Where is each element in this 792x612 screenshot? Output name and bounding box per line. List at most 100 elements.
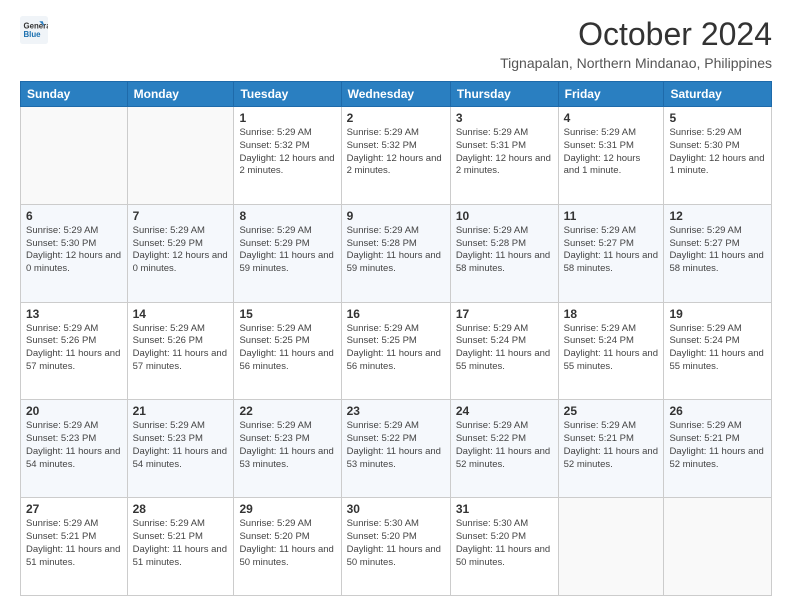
logo: General Blue General Blue xyxy=(20,16,48,44)
day-cell: 13Sunrise: 5:29 AM Sunset: 5:26 PM Dayli… xyxy=(21,302,128,400)
day-number: 10 xyxy=(456,209,553,223)
day-detail: Sunrise: 5:29 AM Sunset: 5:27 PM Dayligh… xyxy=(564,225,659,276)
week-row-0: 1Sunrise: 5:29 AM Sunset: 5:32 PM Daylig… xyxy=(21,107,772,205)
day-number: 21 xyxy=(133,404,229,418)
weekday-header-monday: Monday xyxy=(127,82,234,107)
day-cell xyxy=(21,107,128,205)
day-number: 15 xyxy=(239,307,335,321)
day-number: 22 xyxy=(239,404,335,418)
day-cell: 12 Sunrise: 5:29 AM Sunset: 5:27 PM Dayli… xyxy=(664,204,772,302)
day-number: 29 xyxy=(239,502,335,516)
day-detail: Sunrise: 5:29 AM Sunset: 5:29 PM Dayligh… xyxy=(239,225,335,276)
day-cell: 16 Sunrise: 5:29 AM Sunset: 5:25 PM Dayli… xyxy=(341,302,450,400)
day-detail: Sunrise: 5:29 AM Sunset: 5:21 PM Dayligh… xyxy=(564,420,659,471)
day-number: 9 xyxy=(347,209,445,223)
day-number: 27 xyxy=(26,502,122,516)
day-detail: Sunrise: 5:29 AM Sunset: 5:22 PM Dayligh… xyxy=(456,420,553,471)
header: General Blue General Blue October 2024 T… xyxy=(20,16,772,71)
calendar-body: 1Sunrise: 5:29 AM Sunset: 5:32 PM Daylig… xyxy=(21,107,772,596)
weekday-header-row: SundayMondayTuesdayWednesdayThursdayFrid… xyxy=(21,82,772,107)
day-cell: 20 Sunrise: 5:29 AM Sunset: 5:23 PM Dayli… xyxy=(21,400,128,498)
day-number: 17 xyxy=(456,307,553,321)
day-detail: Sunrise: 5:29 AM Sunset: 5:21 PM Dayligh… xyxy=(133,518,229,569)
day-cell: 27Sunrise: 5:29 AM Sunset: 5:21 PM Dayli… xyxy=(21,498,128,596)
day-cell: 15Sunrise: 5:29 AM Sunset: 5:25 PM Dayli… xyxy=(234,302,341,400)
day-number: 20 xyxy=(26,404,122,418)
day-detail: Sunrise: 5:29 AM Sunset: 5:23 PM Dayligh… xyxy=(26,420,122,471)
day-number: 18 xyxy=(564,307,659,321)
weekday-header-sunday: Sunday xyxy=(21,82,128,107)
day-cell: 26 Sunrise: 5:29 AM Sunset: 5:21 PM Dayli… xyxy=(664,400,772,498)
day-number: 16 xyxy=(347,307,445,321)
day-number: 2 xyxy=(347,111,445,125)
day-detail: Sunrise: 5:29 AM Sunset: 5:29 PM Dayligh… xyxy=(133,225,229,276)
day-detail: Sunrise: 5:29 AM Sunset: 5:23 PM Dayligh… xyxy=(239,420,335,471)
day-detail: Sunrise: 5:29 AM Sunset: 5:31 PM Dayligh… xyxy=(564,127,659,178)
day-detail: Sunrise: 5:29 AM Sunset: 5:25 PM Dayligh… xyxy=(347,323,445,374)
day-detail: Sunrise: 5:30 AM Sunset: 5:20 PM Dayligh… xyxy=(347,518,445,569)
day-cell: 7 Sunrise: 5:29 AM Sunset: 5:29 PM Daylig… xyxy=(127,204,234,302)
day-cell: 14 Sunrise: 5:29 AM Sunset: 5:26 PM Dayli… xyxy=(127,302,234,400)
day-number: 4 xyxy=(564,111,659,125)
weekday-header-thursday: Thursday xyxy=(450,82,558,107)
day-number: 26 xyxy=(669,404,766,418)
calendar-table: SundayMondayTuesdayWednesdayThursdayFrid… xyxy=(20,81,772,596)
svg-text:General: General xyxy=(24,21,49,30)
weekday-header-tuesday: Tuesday xyxy=(234,82,341,107)
day-cell: 18 Sunrise: 5:29 AM Sunset: 5:24 PM Dayli… xyxy=(558,302,664,400)
day-number: 28 xyxy=(133,502,229,516)
day-cell: 10 Sunrise: 5:29 AM Sunset: 5:28 PM Dayli… xyxy=(450,204,558,302)
day-cell: 30 Sunrise: 5:30 AM Sunset: 5:20 PM Dayli… xyxy=(341,498,450,596)
day-detail: Sunrise: 5:29 AM Sunset: 5:24 PM Dayligh… xyxy=(669,323,766,374)
day-cell: 31Sunrise: 5:30 AM Sunset: 5:20 PM Dayli… xyxy=(450,498,558,596)
location-title: Tignapalan, Northern Mindanao, Philippin… xyxy=(500,55,772,71)
day-detail: Sunrise: 5:29 AM Sunset: 5:23 PM Dayligh… xyxy=(133,420,229,471)
day-detail: Sunrise: 5:29 AM Sunset: 5:20 PM Dayligh… xyxy=(239,518,335,569)
week-row-1: 6Sunrise: 5:29 AM Sunset: 5:30 PM Daylig… xyxy=(21,204,772,302)
day-detail: Sunrise: 5:29 AM Sunset: 5:30 PM Dayligh… xyxy=(669,127,766,178)
day-detail: Sunrise: 5:29 AM Sunset: 5:28 PM Dayligh… xyxy=(456,225,553,276)
day-cell: 9 Sunrise: 5:29 AM Sunset: 5:28 PM Daylig… xyxy=(341,204,450,302)
day-number: 14 xyxy=(133,307,229,321)
calendar-header: SundayMondayTuesdayWednesdayThursdayFrid… xyxy=(21,82,772,107)
day-detail: Sunrise: 5:29 AM Sunset: 5:30 PM Dayligh… xyxy=(26,225,122,276)
day-number: 3 xyxy=(456,111,553,125)
day-number: 24 xyxy=(456,404,553,418)
day-detail: Sunrise: 5:29 AM Sunset: 5:32 PM Dayligh… xyxy=(239,127,335,178)
day-cell: 29 Sunrise: 5:29 AM Sunset: 5:20 PM Dayli… xyxy=(234,498,341,596)
weekday-header-wednesday: Wednesday xyxy=(341,82,450,107)
day-cell: 19Sunrise: 5:29 AM Sunset: 5:24 PM Dayli… xyxy=(664,302,772,400)
weekday-header-friday: Friday xyxy=(558,82,664,107)
day-detail: Sunrise: 5:29 AM Sunset: 5:27 PM Dayligh… xyxy=(669,225,766,276)
day-number: 23 xyxy=(347,404,445,418)
title-section: October 2024 Tignapalan, Northern Mindan… xyxy=(500,16,772,71)
day-number: 11 xyxy=(564,209,659,223)
day-cell: 4 Sunrise: 5:29 AM Sunset: 5:31 PM Daylig… xyxy=(558,107,664,205)
day-cell xyxy=(664,498,772,596)
day-cell: 8 Sunrise: 5:29 AM Sunset: 5:29 PM Daylig… xyxy=(234,204,341,302)
week-row-4: 27 Sunrise: 5:29 AM Sunset: 5:21 PM Dayli… xyxy=(21,498,772,596)
day-detail: Sunrise: 5:29 AM Sunset: 5:28 PM Dayligh… xyxy=(347,225,445,276)
day-detail: Sunrise: 5:29 AM Sunset: 5:26 PM Dayligh… xyxy=(133,323,229,374)
day-cell: 2Sunrise: 5:29 AM Sunset: 5:32 PM Daylig… xyxy=(341,107,450,205)
day-detail: Sunrise: 5:29 AM Sunset: 5:22 PM Dayligh… xyxy=(347,420,445,471)
day-number: 7 xyxy=(133,209,229,223)
svg-text:Blue: Blue xyxy=(24,30,42,39)
day-detail: Sunrise: 5:29 AM Sunset: 5:26 PM Dayligh… xyxy=(26,323,122,374)
day-number: 30 xyxy=(347,502,445,516)
day-cell xyxy=(558,498,664,596)
day-cell: 11 Sunrise: 5:29 AM Sunset: 5:27 PM Dayli… xyxy=(558,204,664,302)
page: General Blue General Blue October 2024 T… xyxy=(0,0,792,612)
day-detail: Sunrise: 5:29 AM Sunset: 5:21 PM Dayligh… xyxy=(669,420,766,471)
day-cell: 24 Sunrise: 5:29 AM Sunset: 5:22 PM Dayli… xyxy=(450,400,558,498)
logo-icon: General Blue xyxy=(20,16,48,44)
day-cell: 3Sunrise: 5:29 AM Sunset: 5:31 PM Daylig… xyxy=(450,107,558,205)
day-number: 5 xyxy=(669,111,766,125)
day-number: 12 xyxy=(669,209,766,223)
day-detail: Sunrise: 5:29 AM Sunset: 5:24 PM Dayligh… xyxy=(564,323,659,374)
day-number: 25 xyxy=(564,404,659,418)
day-cell: 25 Sunrise: 5:29 AM Sunset: 5:21 PM Dayli… xyxy=(558,400,664,498)
day-cell: 6Sunrise: 5:29 AM Sunset: 5:30 PM Daylig… xyxy=(21,204,128,302)
week-row-3: 20 Sunrise: 5:29 AM Sunset: 5:23 PM Dayli… xyxy=(21,400,772,498)
day-number: 8 xyxy=(239,209,335,223)
